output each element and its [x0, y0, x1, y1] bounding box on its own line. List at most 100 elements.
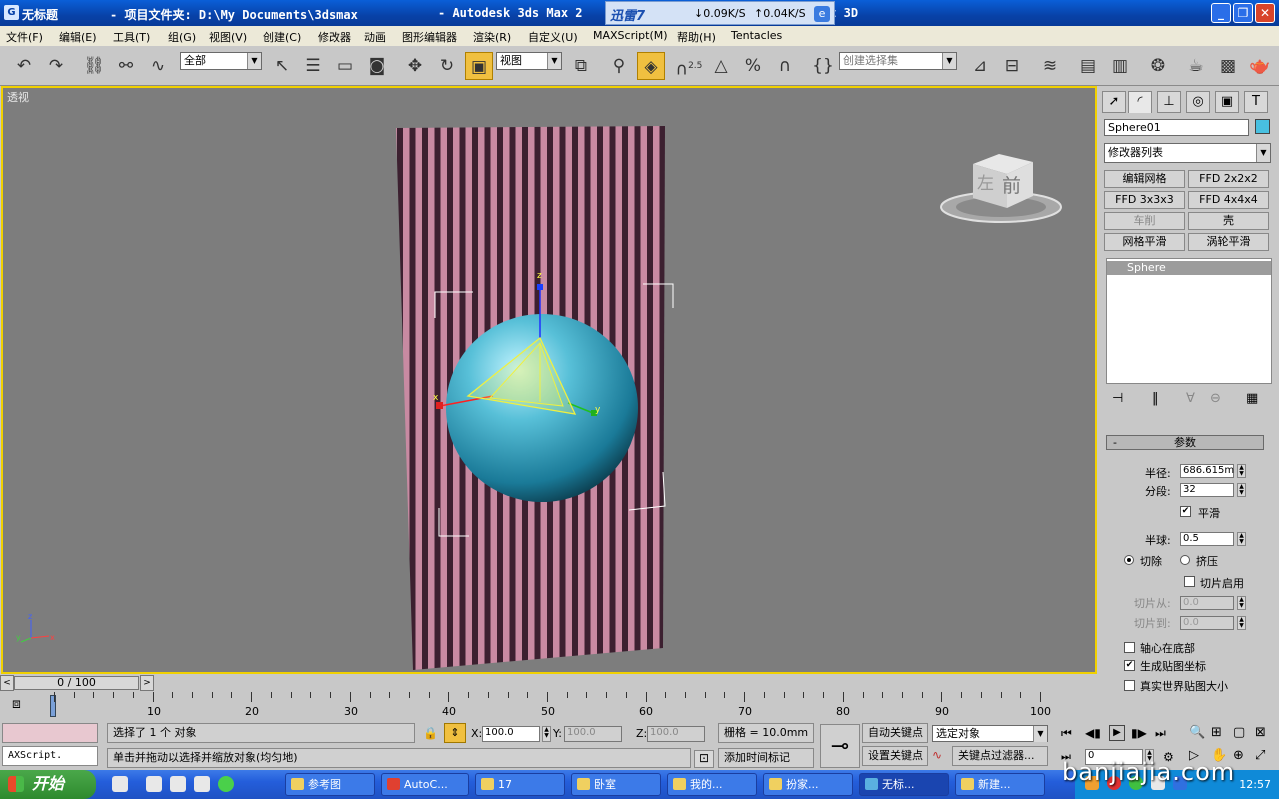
display-tab-icon[interactable]: ▣	[1215, 91, 1239, 113]
key-target-dropdown[interactable]: 选定对象 ▼	[932, 725, 1048, 742]
quicklaunch-icon-1[interactable]	[112, 776, 128, 792]
maximize-button[interactable]: ❐	[1233, 3, 1253, 23]
quicklaunch-icon-3[interactable]	[170, 776, 186, 792]
selection-filter-dropdown[interactable]: 全部 ▼	[180, 52, 262, 70]
curve-editor-icon[interactable]: ▤	[1074, 52, 1102, 80]
prev-frame-arrow-icon[interactable]: <	[0, 675, 14, 691]
play-icon[interactable]: ▶	[1109, 725, 1125, 741]
shell-button[interactable]: 壳	[1188, 212, 1269, 230]
menu-customize[interactable]: 自定义(U)	[528, 29, 578, 45]
set-key-large-icon[interactable]: ⊸	[820, 724, 860, 768]
rotate-icon[interactable]: ↻	[433, 52, 461, 80]
viewcube[interactable]	[940, 154, 1062, 223]
edit-named-sets-icon[interactable]: {}	[809, 52, 837, 80]
menu-help[interactable]: 帮助(H)	[677, 29, 716, 45]
curve-editor-mini-icon[interactable]: ⧈	[12, 696, 21, 712]
utilities-tab-icon[interactable]: T	[1244, 91, 1268, 113]
key-filters-button[interactable]: 关键点过滤器...	[952, 746, 1048, 766]
maxscript-mini-listener[interactable]: AXScript.	[2, 746, 98, 766]
motion-tab-icon[interactable]: ◎	[1186, 91, 1210, 113]
menu-modifiers[interactable]: 修改器	[318, 29, 351, 45]
absolute-mode-icon[interactable]: ⇕	[444, 723, 466, 743]
pin-stack-icon[interactable]: ⊣	[1112, 391, 1123, 406]
set-key-button[interactable]: 设置关键点	[862, 746, 928, 766]
remove-modifier-icon[interactable]: ⊖	[1210, 391, 1221, 406]
menu-file[interactable]: 文件(F)	[6, 29, 43, 45]
real-world-map-checkbox[interactable]	[1124, 680, 1135, 691]
ie-icon[interactable]: e	[814, 6, 830, 22]
unlink-icon[interactable]: ⚯	[112, 52, 140, 80]
slice-to-spinner[interactable]: ▲ ▼	[1237, 616, 1246, 630]
align-icon[interactable]: ⊟	[998, 52, 1026, 80]
menu-tools[interactable]: 工具(T)	[113, 29, 150, 45]
mirror-icon[interactable]: ⊿	[966, 52, 994, 80]
current-frame-marker[interactable]	[50, 695, 56, 717]
render-setup-icon[interactable]: ☕	[1182, 52, 1210, 80]
add-time-tag[interactable]: 添加时间标记	[718, 748, 814, 768]
object-color-swatch[interactable]	[1255, 119, 1270, 134]
menu-create[interactable]: 创建(C)	[263, 29, 301, 45]
rect-selection-icon[interactable]: ▭	[331, 52, 359, 80]
ref-coord-dropdown[interactable]: 视图 ▼	[496, 52, 562, 70]
show-end-result-icon[interactable]: ‖	[1152, 391, 1159, 406]
menu-view[interactable]: 视图(V)	[209, 29, 247, 45]
chop-radio[interactable]	[1124, 555, 1134, 565]
named-selection-dropdown[interactable]: 创建选择集 ▼	[839, 52, 957, 70]
key-mode-icon[interactable]: ∿	[932, 748, 942, 762]
prev-key-icon[interactable]: ◀▮	[1085, 726, 1101, 740]
lock-selection-icon[interactable]: 🔒	[423, 726, 438, 740]
edit-mesh-button[interactable]: 编辑网格	[1104, 170, 1185, 188]
quicklaunch-icon-5[interactable]	[218, 776, 234, 792]
segments-field[interactable]: 32	[1180, 483, 1234, 497]
track-bar[interactable]: ⧈ 10 20 30 40 50 60 70 80 90 100	[0, 692, 1098, 720]
undo-icon[interactable]: ↶	[10, 52, 38, 80]
menu-edit[interactable]: 编辑(E)	[59, 29, 97, 45]
task-reference-images[interactable]: 参考图	[285, 773, 375, 796]
slice-from-spinner[interactable]: ▲ ▼	[1237, 596, 1246, 610]
meshsmooth-button[interactable]: 网格平滑	[1104, 233, 1185, 251]
radius-field[interactable]: 686.615m	[1180, 464, 1234, 478]
start-button[interactable]: 开始	[0, 770, 96, 799]
x-field[interactable]: 100.0	[482, 726, 540, 742]
menu-tentacles[interactable]: Tentacles	[731, 29, 782, 42]
select-manipulate-icon[interactable]: ⚲	[605, 52, 633, 80]
redo-icon[interactable]: ↷	[42, 52, 70, 80]
y-field[interactable]: 100.0	[564, 726, 622, 742]
minimize-button[interactable]: _	[1211, 3, 1231, 23]
task-my-documents[interactable]: 我的...	[667, 773, 757, 796]
select-object-icon[interactable]: ↖	[268, 52, 296, 80]
perspective-viewport[interactable]: 透视 z x y 左 前 z x y	[1, 86, 1097, 674]
go-to-end-icon[interactable]: ⏭	[1155, 726, 1166, 741]
hierarchy-tab-icon[interactable]: ⊥	[1157, 91, 1181, 113]
render-production-icon[interactable]: 🫖	[1246, 52, 1274, 80]
select-by-name-icon[interactable]: ☰	[299, 52, 327, 80]
turbosmooth-button[interactable]: 涡轮平滑	[1188, 233, 1269, 251]
smooth-checkbox[interactable]: ✔	[1180, 506, 1191, 517]
auto-key-button[interactable]: 自动关键点	[862, 723, 928, 743]
menu-maxscript[interactable]: MAXScript(M)	[593, 29, 668, 42]
next-frame-arrow-icon[interactable]: >	[140, 675, 154, 691]
modify-tab-icon[interactable]: ◜	[1128, 91, 1152, 113]
radius-spinner[interactable]: ▲ ▼	[1237, 464, 1246, 478]
lathe-button[interactable]: 车削	[1104, 212, 1185, 230]
maximize-viewport-icon[interactable]: ⤢	[1255, 748, 1265, 763]
keyboard-shortcut-icon[interactable]: ◈	[637, 52, 665, 80]
menu-graph-editors[interactable]: 图形编辑器	[402, 29, 457, 45]
z-field[interactable]: 100.0	[647, 726, 705, 742]
scale-icon[interactable]: ▣	[465, 52, 493, 80]
next-key-icon[interactable]: ▮▶	[1131, 726, 1147, 740]
spinner-snap-icon[interactable]: ∩	[771, 52, 799, 80]
parameters-rollout-header[interactable]: - 参数	[1106, 435, 1264, 450]
menu-animation[interactable]: 动画	[364, 29, 386, 45]
maxscript-listener-pink[interactable]	[2, 723, 98, 743]
create-tab-icon[interactable]: ➚	[1102, 91, 1126, 113]
zoom-icon[interactable]: 🔍	[1189, 725, 1205, 740]
pivot-center-icon[interactable]: ⧉	[567, 52, 595, 80]
object-name-field[interactable]: Sphere01	[1104, 119, 1249, 136]
x-spinner[interactable]: ▲ ▼	[542, 726, 551, 742]
material-editor-icon[interactable]: ❂	[1144, 52, 1172, 80]
go-to-start-icon[interactable]: ⏮	[1061, 726, 1072, 741]
time-slider[interactable]: < 0 / 100 >	[0, 674, 1098, 692]
stack-item-sphere[interactable]: Sphere	[1107, 261, 1271, 275]
schematic-view-icon[interactable]: ▥	[1106, 52, 1134, 80]
